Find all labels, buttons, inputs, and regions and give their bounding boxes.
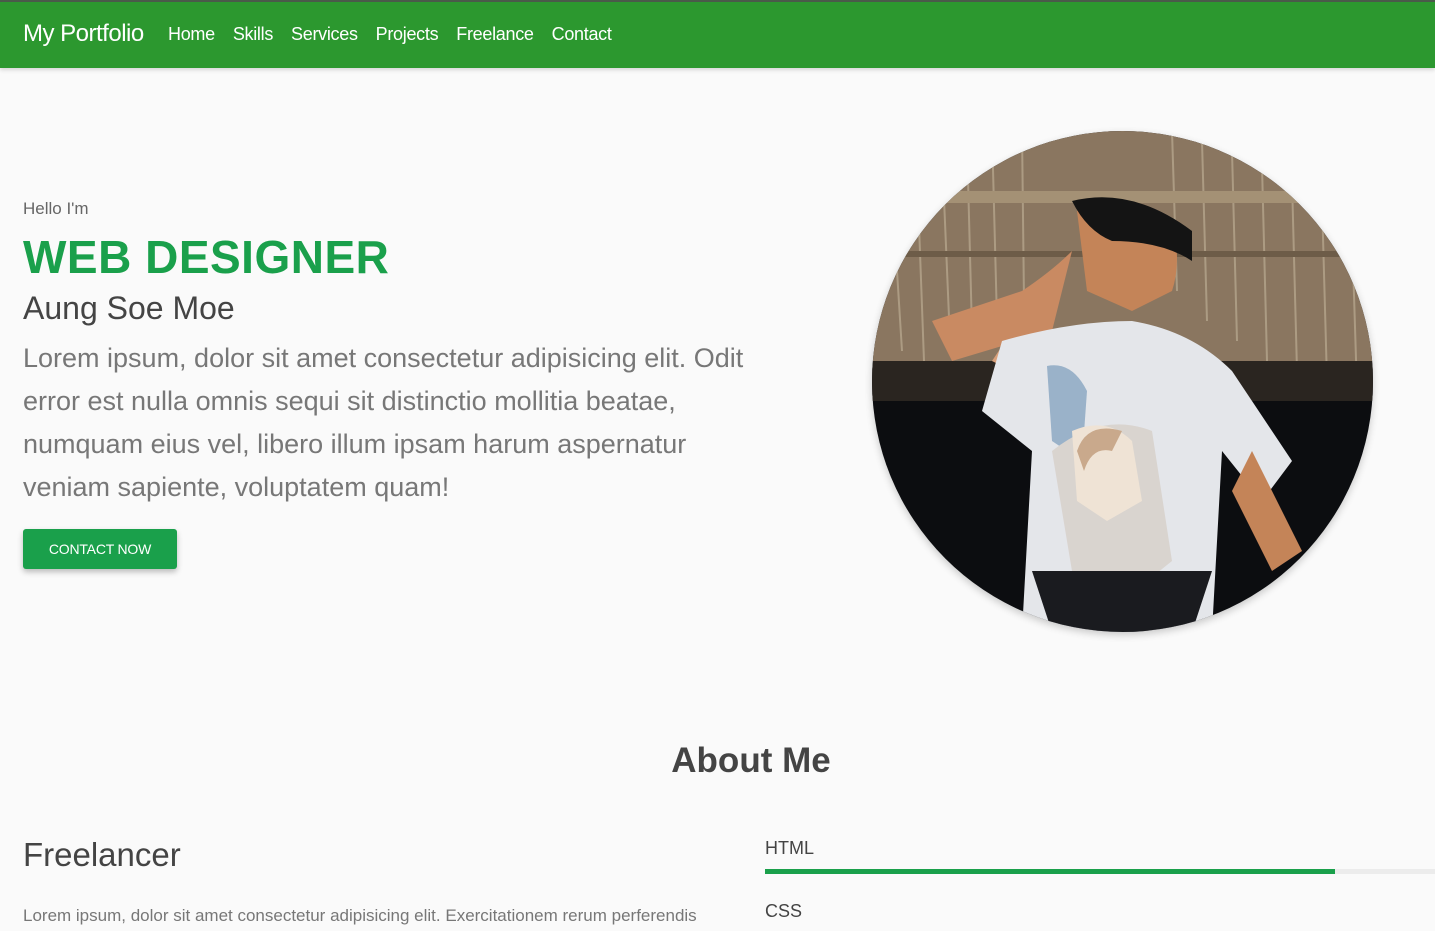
hero-greeting: Hello I'm — [23, 199, 89, 218]
contact-now-button[interactable]: CONTACT NOW — [23, 529, 177, 569]
nav-link-contact[interactable]: Contact — [552, 24, 612, 45]
hero-name: Aung Soe Moe — [23, 290, 235, 326]
hero-headline: WEB DESIGNER — [23, 231, 390, 283]
hero-intro: Lorem ipsum, dolor sit amet consectetur … — [23, 343, 744, 502]
nav-link-skills[interactable]: Skills — [233, 24, 274, 45]
navbar: My Portfolio Home Skills Services Projec… — [0, 0, 1435, 68]
about-title: About Me — [671, 741, 831, 780]
freelancer-title: Freelancer — [23, 836, 181, 873]
nav-link-services[interactable]: Services — [291, 24, 358, 45]
skill-bar-html — [765, 869, 1435, 874]
nav-link-freelance[interactable]: Freelance — [456, 24, 534, 45]
nav-link-home[interactable]: Home — [168, 24, 215, 45]
skill-label-css: CSS — [765, 901, 803, 921]
brand-logo[interactable]: My Portfolio — [23, 20, 144, 48]
nav-link-projects[interactable]: Projects — [376, 24, 439, 45]
skill-label-html: HTML — [765, 838, 814, 858]
skill-bar-html-fill — [765, 869, 1335, 874]
nav-links: Home Skills Services Projects Freelance … — [168, 24, 630, 45]
profile-photo — [872, 131, 1373, 632]
profile-photo-illustration — [872, 131, 1373, 632]
freelancer-text: Lorem ipsum, dolor sit amet consectetur … — [23, 906, 697, 925]
